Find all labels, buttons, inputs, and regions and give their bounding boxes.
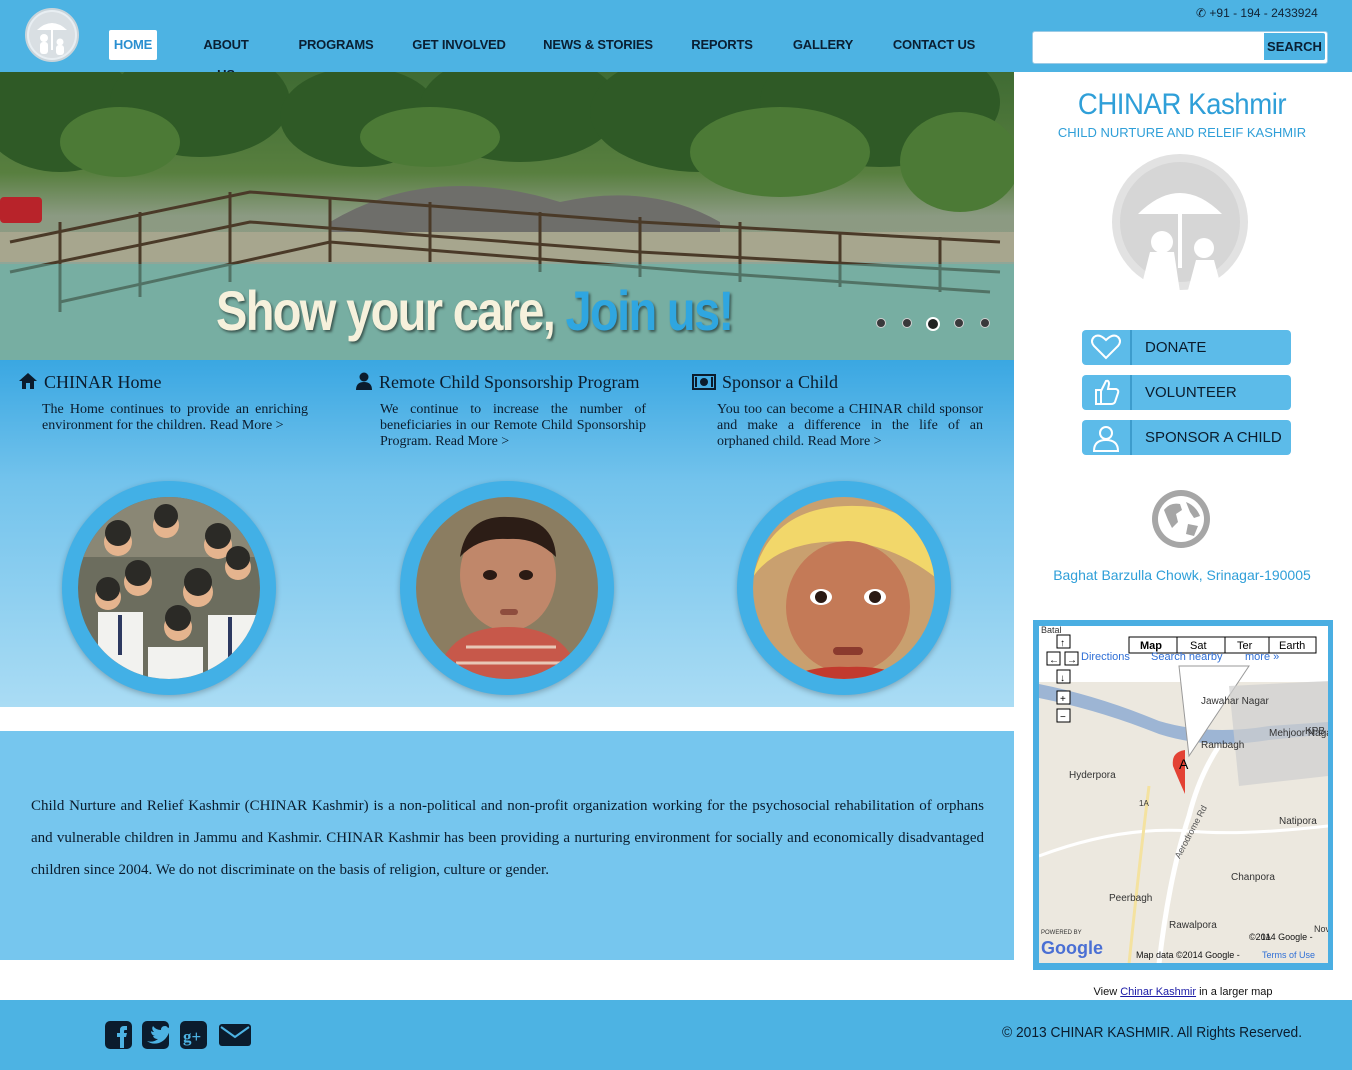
hero-caption: Show your care, Join us!	[216, 278, 735, 343]
copyright-text: © 2013 CHINAR KASHMIR. All Rights Reserv…	[1002, 1024, 1303, 1041]
larger-map-link[interactable]: Chinar Kashmir	[1120, 986, 1196, 998]
slider-dot-4[interactable]	[954, 318, 964, 328]
phone-number: ✆ +91 - 194 - 2433924	[1196, 6, 1318, 20]
map-data-credit: Map data ©2014 Google -	[1136, 950, 1240, 960]
hero-caption-accent: Join us!	[565, 279, 735, 342]
feature-text-sponsor-child: You too can become a CHINAR child sponso…	[717, 402, 983, 450]
map-place-label: Rawalpora	[1169, 920, 1217, 931]
site-logo[interactable]	[25, 8, 79, 62]
phone-text: +91 - 194 - 2433924	[1209, 6, 1318, 20]
map-caption: View Chinar Kashmir in a larger map	[1033, 986, 1333, 998]
twitter-icon[interactable]	[141, 1019, 171, 1051]
map-place-label: Jawahar Nagar	[1201, 696, 1269, 707]
read-more-link[interactable]: Read More >	[808, 434, 882, 449]
slider-dot-2[interactable]	[902, 318, 912, 328]
donate-label: DONATE	[1145, 339, 1207, 356]
map-place-label: Rambagh	[1201, 740, 1244, 751]
home-icon	[19, 373, 37, 389]
google-plus-icon[interactable]: g+	[179, 1019, 209, 1051]
map-type-earth[interactable]: Earth	[1279, 640, 1305, 652]
children-group-photo[interactable]	[78, 497, 260, 679]
address-text: Baghat Barzulla Chowk, Srinagar-190005	[1053, 567, 1311, 583]
nav-reports[interactable]: REPORTS	[690, 30, 754, 60]
feature-text-home: The Home continues to provide an enrichi…	[42, 402, 308, 434]
map-place-label: Peerbagh	[1109, 893, 1152, 904]
feature-title-remote-sponsorship[interactable]: Remote Child Sponsorship Program	[355, 372, 640, 393]
map-directions-link[interactable]: Directions	[1081, 651, 1130, 663]
map-powered-by: POWERED BY	[1041, 930, 1082, 936]
sponsor-child-label: SPONSOR A CHILD	[1145, 429, 1282, 446]
read-more-link[interactable]: Read More >	[435, 434, 509, 449]
child-with-cap-photo[interactable]	[753, 497, 935, 679]
person-icon	[1082, 420, 1132, 455]
boy-portrait-photo[interactable]	[416, 497, 598, 679]
org-name: CHINAR Kashmir	[1077, 88, 1287, 121]
thumbs-up-icon	[1082, 375, 1132, 410]
zoom-out-icon[interactable]: −	[1060, 712, 1066, 723]
feature-title-text: Sponsor a Child	[722, 372, 839, 392]
about-text: Child Nurture and Relief Kashmir (CHINAR…	[31, 798, 984, 878]
map-place-label: Nov	[1314, 924, 1328, 934]
slider-dot-5[interactable]	[980, 318, 990, 328]
sponsor-child-button[interactable]: SPONSOR A CHILD	[1082, 420, 1291, 455]
map-terms-link[interactable]: Terms of Use	[1262, 950, 1315, 960]
map-place-label: Hyderpora	[1069, 770, 1116, 781]
map-marker[interactable]: A	[1179, 756, 1189, 772]
pan-down-icon[interactable]: ↓	[1060, 673, 1065, 684]
search-button[interactable]: SEARCH	[1264, 33, 1325, 60]
map-caption-suffix: in a larger map	[1199, 986, 1273, 998]
google-map[interactable]: A Batal Jawahar Nagar Rambagh Mehjoor Na…	[1039, 626, 1328, 963]
feature-title-home[interactable]: CHINAR Home	[18, 372, 162, 393]
pan-left-icon[interactable]: ←	[1049, 655, 1059, 666]
google-logo: Google	[1041, 938, 1103, 958]
zoom-in-icon[interactable]: +	[1060, 694, 1066, 705]
slider-dot-1[interactable]	[876, 318, 886, 328]
feature-text-remote-sponsorship: We continue to increase the number of be…	[380, 402, 646, 450]
user-icon	[356, 372, 372, 390]
feature-description: We continue to increase the number of be…	[380, 402, 646, 449]
map-place-label: Batal	[1041, 626, 1062, 635]
donate-button[interactable]: DONATE	[1082, 330, 1291, 365]
nav-get-involved[interactable]: GET INVOLVED	[412, 30, 506, 60]
org-logo-icon	[1104, 152, 1254, 292]
search-input[interactable]	[1036, 35, 1262, 60]
map-place-label: Natipora	[1279, 816, 1317, 827]
hero-caption-main: Show your care,	[216, 279, 556, 342]
facebook-icon[interactable]	[104, 1019, 134, 1051]
heart-icon	[1082, 330, 1132, 365]
globe-icon	[1150, 488, 1212, 550]
map-place-label: KPB	[1305, 726, 1325, 737]
nav-gallery[interactable]: GALLERY	[792, 30, 854, 60]
map-copyright: ©2014 Google -	[1249, 932, 1313, 942]
org-subtitle: CHILD NURTURE AND RELEIF KASHMIR	[1057, 125, 1307, 140]
feature-title-sponsor-child[interactable]: Sponsor a Child	[692, 372, 838, 393]
map-place-label: Chanpora	[1231, 872, 1275, 883]
nav-programs[interactable]: PROGRAMS	[297, 30, 375, 60]
volunteer-button[interactable]: VOLUNTEER	[1082, 375, 1291, 410]
nav-home[interactable]: HOME	[109, 30, 157, 60]
map-search-nearby-link[interactable]: Search nearby	[1151, 651, 1223, 663]
nav-contact-us[interactable]: CONTACT US	[892, 30, 976, 60]
map-more-link[interactable]: more »	[1245, 651, 1279, 663]
read-more-link[interactable]: Read More >	[210, 418, 284, 433]
nav-news-stories[interactable]: NEWS & STORIES	[543, 30, 653, 60]
pan-right-icon[interactable]: →	[1067, 655, 1077, 666]
svg-text:g+: g+	[183, 1027, 201, 1046]
money-icon	[692, 374, 716, 390]
nav-about-us[interactable]: ABOUT US	[193, 30, 259, 82]
volunteer-label: VOLUNTEER	[1145, 384, 1237, 401]
map-caption-prefix: View	[1093, 986, 1118, 998]
phone-icon: ✆	[1196, 6, 1207, 20]
feature-title-text: CHINAR Home	[44, 372, 162, 392]
pan-up-icon[interactable]: ↑	[1060, 638, 1065, 649]
slider-dot-3[interactable]	[926, 317, 940, 331]
feature-title-text: Remote Child Sponsorship Program	[379, 372, 640, 392]
map-road-label: 1A	[1139, 799, 1149, 808]
email-icon[interactable]	[218, 1019, 252, 1051]
